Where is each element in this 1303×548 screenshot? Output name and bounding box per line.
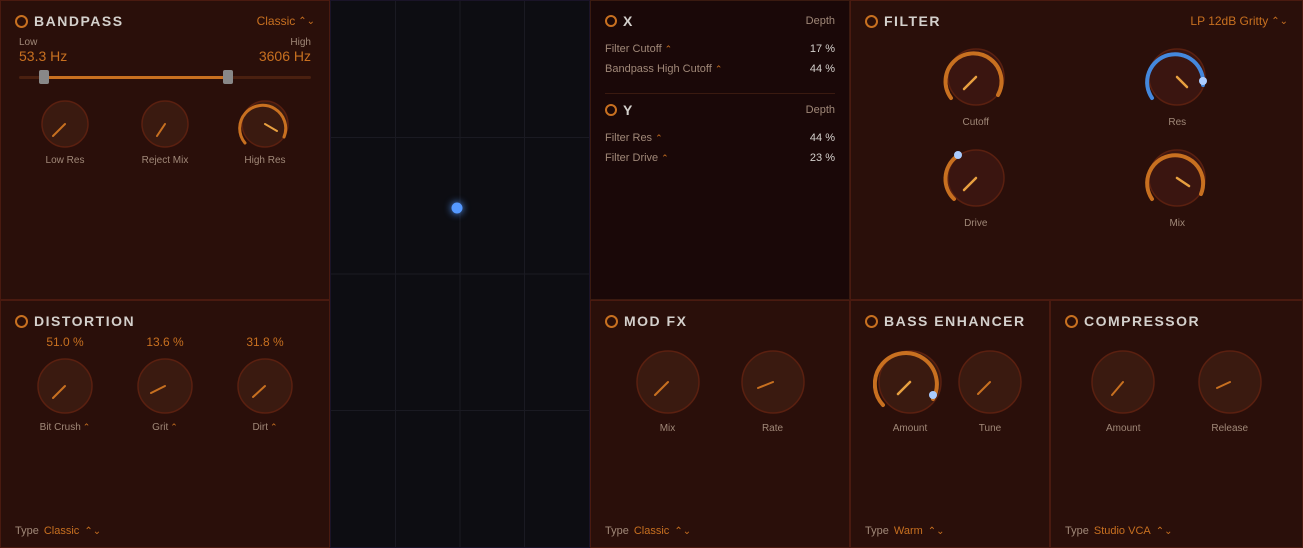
grit-2: Grit ⌃ <box>132 353 198 433</box>
xy-y-power-2[interactable] <box>605 104 617 116</box>
bass-type-row: Type Warm ⌃⌄ <box>865 525 945 537</box>
mod-fx-knobs-2: Mix Rate <box>605 335 835 474</box>
filter-drive-2: Drive <box>885 144 1067 229</box>
xy-y-param-1: Filter Drive ⌃ 23 % <box>605 148 835 168</box>
reject-mix-2: Reject Mix <box>138 97 192 166</box>
xy-x-section-2: X Depth Filter Cutoff ⌃ 17 % Bandpass Hi… <box>605 13 835 79</box>
mod-fx-type-2: Type Classic ⌃⌄ <box>605 525 691 537</box>
compressor-type-chevron[interactable]: ⌃⌄ <box>1156 526 1173 537</box>
dist-values-2: 51.0 % 13.6 % 31.8 % <box>15 335 315 349</box>
xy-params-panel: X Depth Filter Cutoff ⌃ 17 % Bandpass Hi… <box>590 0 850 300</box>
filter-title-2: FILTER <box>865 13 941 29</box>
mod-fx-mix-knob-2[interactable] <box>631 345 705 419</box>
bass-power[interactable] <box>865 315 878 328</box>
mod-fx-mix-2: Mix <box>631 345 705 434</box>
compressor-panel: COMPRESSOR Amount Release Type Studio VC… <box>1050 300 1303 548</box>
xy-x-param-1: Bandpass High Cutoff ⌃ 44 % <box>605 59 835 79</box>
distortion-power-2[interactable] <box>15 315 28 328</box>
mod-fx-chevron[interactable]: ⌃⌄ <box>674 526 691 537</box>
bandpass-range: Low 53.3 Hz High 3606 Hz <box>15 37 315 64</box>
bandpass-title-2: BANDPASS <box>15 13 124 29</box>
dirt-knob-2[interactable] <box>232 353 298 419</box>
full-layout: BANDPASS Classic ⌃⌄ Low 53.3 Hz High 360… <box>0 0 1303 548</box>
reject-mix-knob-2[interactable] <box>138 97 192 151</box>
filter-res-knob-2[interactable] <box>1143 43 1211 111</box>
bit-crush-2: Bit Crush ⌃ <box>32 353 98 433</box>
bass-tune-knob[interactable] <box>953 345 1027 419</box>
compressor-release: Release <box>1193 345 1267 434</box>
distortion-chevron-2[interactable]: ⌃⌄ <box>84 526 101 537</box>
compressor-amount-knob[interactable] <box>1086 345 1160 419</box>
dist-knobs-2: Bit Crush ⌃ Grit ⌃ <box>15 353 315 433</box>
bass-tune: Tune <box>953 345 1027 434</box>
bass-amount-knob[interactable] <box>873 345 947 419</box>
xy-y-section-2: Y Depth Filter Res ⌃ 44 % Filter Drive ⌃… <box>605 102 835 168</box>
filter-cutoff-knob-2[interactable] <box>942 43 1010 111</box>
dirt-2: Dirt ⌃ <box>232 353 298 433</box>
xy-y-param-0: Filter Res ⌃ 44 % <box>605 128 835 148</box>
distortion-panel-2: DISTORTION 51.0 % 13.6 % 31.8 % Bit Crus… <box>0 300 330 548</box>
xy-dot-2[interactable] <box>452 203 463 214</box>
xy-x-power-2[interactable] <box>605 15 617 27</box>
filter-type-2[interactable]: LP 12dB Gritty ⌃⌄ <box>1190 14 1288 28</box>
low-res-2: Low Res <box>38 97 92 166</box>
mod-fx-rate-2: Rate <box>736 345 810 434</box>
mod-fx-panel-2: MOD FX Mix Rate Type Classic ⌃⌄ <box>590 300 850 548</box>
xy-divider-2 <box>605 93 835 94</box>
xy-grid-2 <box>331 1 589 547</box>
xy-y-title: Y <box>605 102 632 118</box>
compressor-knobs: Amount Release <box>1065 335 1288 474</box>
bandpass-power-2[interactable] <box>15 15 28 28</box>
compressor-type-row: Type Studio VCA ⌃⌄ <box>1065 525 1173 537</box>
xy-pad-panel-2[interactable] <box>330 0 590 548</box>
filter-res-2: Res <box>1087 43 1269 128</box>
filter-drive-knob-2[interactable] <box>942 144 1010 212</box>
distortion-type-2: Type Classic ⌃⌄ <box>15 525 101 537</box>
bit-crush-knob-2[interactable] <box>32 353 98 419</box>
bass-amount: Amount <box>873 345 947 434</box>
filter-mix-knob-2[interactable] <box>1143 144 1211 212</box>
low-res-knob-2[interactable] <box>38 97 92 151</box>
grit-knob-2[interactable] <box>132 353 198 419</box>
filter-knobs-2: Cutoff Res Drive <box>865 39 1288 233</box>
compressor-amount: Amount <box>1086 345 1160 434</box>
bandpass-type-2[interactable]: Classic ⌃⌄ <box>257 14 315 28</box>
slider-thumb-low-2[interactable] <box>39 70 49 84</box>
high-res-2: High Res <box>238 97 292 166</box>
xy-x-title: X <box>605 13 632 29</box>
mod-fx-power-2[interactable] <box>605 315 618 328</box>
filter-panel-2: FILTER LP 12dB Gritty ⌃⌄ Cutoff <box>850 0 1303 300</box>
bass-type-chevron[interactable]: ⌃⌄ <box>928 526 945 537</box>
mod-fx-rate-knob-2[interactable] <box>736 345 810 419</box>
filter-mix-2: Mix <box>1087 144 1269 229</box>
bandpass-panel-2: BANDPASS Classic ⌃⌄ Low 53.3 Hz High 360… <box>0 0 330 300</box>
high-res-knob-2[interactable] <box>238 97 292 151</box>
slider-thumb-high-2[interactable] <box>223 70 233 84</box>
bandpass-knobs-2: Low Res Reject Mix High Res <box>15 97 315 166</box>
bandpass-slider-2[interactable] <box>15 68 315 89</box>
filter-power-2[interactable] <box>865 15 878 28</box>
xy-x-param-0: Filter Cutoff ⌃ 17 % <box>605 39 835 59</box>
bass-enhancer-panel-2: BASS ENHANCER Amount Tune <box>850 300 1050 548</box>
bass-knobs: Amount Tune <box>865 335 1035 474</box>
compressor-release-knob[interactable] <box>1193 345 1267 419</box>
filter-cutoff-2: Cutoff <box>885 43 1067 128</box>
compressor-power[interactable] <box>1065 315 1078 328</box>
